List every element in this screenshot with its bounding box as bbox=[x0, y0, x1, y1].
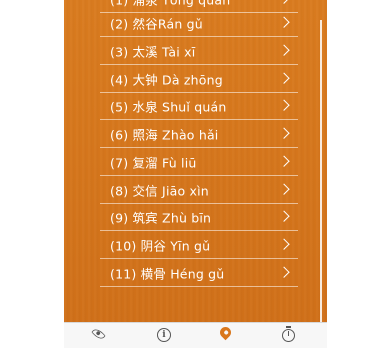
list-item-acupoint-5[interactable]: (5) 水泉 Shuǐ quán bbox=[100, 93, 298, 120]
chevron-right-icon bbox=[278, 127, 290, 139]
list-item-acupoint-10[interactable]: (10) 阴谷 Yīn gǔ bbox=[100, 232, 298, 259]
acupoint-label: (8) 交信 Jiāo xìn bbox=[110, 183, 209, 199]
list-item-acupoint-7[interactable]: (7) 复溜 Fù liū bbox=[100, 149, 298, 176]
list-item-acupoint-3[interactable]: (3) 太溪 Tài xī bbox=[100, 38, 298, 65]
chevron-right-icon bbox=[278, 238, 290, 250]
eye-icon bbox=[91, 326, 106, 342]
timer-icon bbox=[282, 326, 295, 342]
list-item-acupoint-11[interactable]: (11) 横骨 Héng gǔ bbox=[100, 260, 298, 287]
acupoint-label: (2) 然谷Rán gǔ bbox=[110, 16, 203, 32]
chevron-right-icon bbox=[278, 0, 290, 4]
chevron-right-icon bbox=[278, 16, 290, 28]
location-pin-icon bbox=[217, 324, 234, 341]
list-item-acupoint-6[interactable]: (6) 照海 Zhào hǎi bbox=[100, 121, 298, 148]
scrollbar[interactable] bbox=[320, 20, 322, 322]
chevron-right-icon bbox=[278, 99, 290, 111]
acupoint-label: (9) 筑宾 Zhù bīn bbox=[110, 210, 212, 226]
tab-bar: i bbox=[64, 322, 327, 348]
chevron-right-icon bbox=[278, 183, 290, 195]
acupoint-label: (3) 太溪 Tài xī bbox=[110, 44, 196, 60]
acupoint-label: (11) 横骨 Héng gǔ bbox=[110, 266, 225, 282]
list-item-acupoint-8[interactable]: (8) 交信 Jiāo xìn bbox=[100, 177, 298, 204]
acupoint-label: (10) 阴谷 Yīn gǔ bbox=[110, 238, 211, 254]
chevron-right-icon bbox=[278, 44, 290, 56]
acupoint-label: (7) 复溜 Fù liū bbox=[110, 155, 197, 171]
chevron-right-icon bbox=[278, 155, 290, 167]
acupoint-list-screen: (1) 涌泉 Yǒng quán (2) 然谷Rán gǔ (3) 太溪 Tài… bbox=[0, 0, 392, 348]
list-item-acupoint-9[interactable]: (9) 筑宾 Zhù bīn bbox=[100, 204, 298, 231]
tab-points[interactable] bbox=[216, 324, 240, 348]
tab-view[interactable] bbox=[88, 326, 112, 348]
acupoint-label: (6) 照海 Zhào hǎi bbox=[110, 127, 219, 143]
chevron-right-icon bbox=[278, 210, 290, 222]
list-item-acupoint-4[interactable]: (4) 大钟 Dà zhōng bbox=[100, 66, 298, 93]
acupoint-label: (5) 水泉 Shuǐ quán bbox=[110, 99, 227, 115]
list-item-acupoint-2[interactable]: (2) 然谷Rán gǔ bbox=[100, 10, 298, 37]
acupoint-label: (4) 大钟 Dà zhōng bbox=[110, 72, 223, 88]
chevron-right-icon bbox=[278, 72, 290, 84]
info-icon: i bbox=[157, 328, 171, 342]
tab-timer[interactable] bbox=[279, 326, 303, 348]
acupoint-label: (1) 涌泉 Yǒng quán bbox=[110, 0, 231, 8]
chevron-right-icon bbox=[278, 266, 290, 278]
tab-info[interactable]: i bbox=[154, 326, 178, 348]
